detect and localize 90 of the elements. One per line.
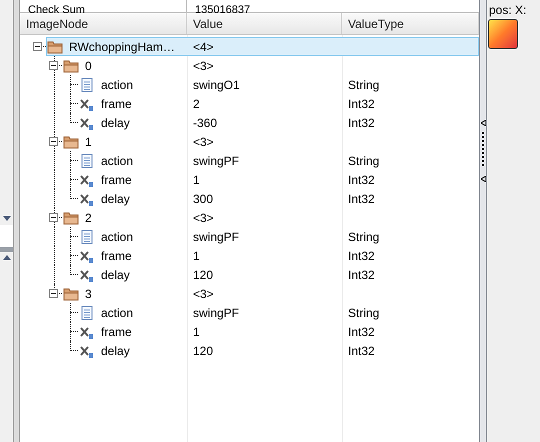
node-type: String [348, 306, 380, 320]
tree-row[interactable]: RWchoppingHam… <4> [46, 37, 479, 56]
sprite-thumbnail [488, 19, 518, 49]
folder-icon [47, 38, 63, 54]
node-value: 1 [193, 172, 200, 186]
node-type: String [348, 78, 380, 92]
tree-row[interactable]: action swingPF String [78, 151, 479, 170]
node-name: frame [101, 96, 132, 112]
node-value: swingPF [193, 154, 240, 168]
node-value: 120 [193, 268, 214, 282]
tree-row[interactable]: frame 1 Int32 [78, 170, 479, 189]
tree-row[interactable]: action swingO1 String [78, 75, 479, 94]
tree-row[interactable]: action swingPF String [78, 303, 479, 322]
tree-row[interactable]: delay 300 Int32 [78, 189, 479, 208]
node-value: 300 [193, 192, 214, 206]
node-name: delay [101, 190, 130, 208]
node-value: <4> [193, 40, 214, 54]
node-name: delay [101, 266, 130, 284]
column-header[interactable]: ImageNode [20, 13, 187, 34]
node-name: action [101, 76, 134, 94]
left-arrow-icon[interactable] [480, 120, 486, 126]
node-type: String [348, 230, 380, 244]
node-type: Int32 [348, 268, 375, 282]
node-value: 1 [193, 324, 200, 338]
notepad-icon [79, 152, 95, 168]
node-name: 0 [85, 58, 92, 74]
node-name: 3 [85, 286, 92, 302]
node-value: swingPF [193, 230, 240, 244]
tree-row[interactable]: frame 1 Int32 [78, 322, 479, 341]
left-arrow-icon[interactable] [480, 176, 486, 182]
folder-icon [63, 210, 79, 226]
node-type: Int32 [348, 116, 375, 130]
node-value: <3> [193, 286, 214, 300]
node-value: -360 [193, 116, 218, 130]
node-type: Int32 [348, 324, 375, 338]
notepad-icon [79, 304, 95, 320]
node-type: Int32 [348, 172, 375, 186]
tree-row[interactable]: 0 <3> [62, 56, 479, 75]
notepad-icon [79, 76, 95, 92]
tree-row[interactable]: delay 120 Int32 [78, 265, 479, 284]
tree-row[interactable]: 1 <3> [62, 132, 479, 151]
node-name: 2 [85, 210, 92, 226]
node-value: swingPF [193, 306, 240, 320]
node-value: 120 [193, 344, 214, 358]
column-header[interactable]: Value [187, 13, 342, 34]
tree-row[interactable]: delay -360 Int32 [78, 113, 479, 132]
position-label: pos: [489, 3, 512, 17]
tree-row[interactable]: 2 <3> [62, 208, 479, 227]
collapse-toggle[interactable] [49, 213, 58, 222]
node-name: 1 [85, 134, 92, 150]
folder-icon [63, 58, 79, 74]
node-name: action [101, 152, 134, 170]
node-type: Int32 [348, 344, 375, 358]
node-name: action [101, 304, 134, 322]
tree-row[interactable]: 3 <3> [62, 284, 479, 303]
down-arrow-icon[interactable] [2, 216, 10, 221]
node-name: frame [101, 172, 132, 188]
node-value: 1 [193, 248, 200, 262]
node-value: 2 [193, 96, 200, 110]
node-value: swingO1 [193, 78, 240, 92]
node-type: Int32 [348, 192, 375, 206]
collapse-toggle[interactable] [49, 289, 58, 298]
up-arrow-icon[interactable] [2, 255, 10, 260]
node-value: <3> [193, 210, 214, 224]
column-header[interactable]: ValueType [342, 13, 479, 34]
collapse-toggle[interactable] [33, 42, 42, 51]
panel-gap [0, 225, 13, 247]
field-value: 135016837 [195, 4, 250, 16]
node-name: delay [101, 114, 130, 132]
field-label: Check Sum [28, 4, 85, 16]
node-name: frame [101, 248, 132, 264]
tree-row[interactable]: delay 120 Int32 [78, 341, 479, 360]
tree-row[interactable]: frame 1 Int32 [78, 246, 479, 265]
node-name: action [101, 228, 134, 246]
node-name: delay [101, 342, 130, 360]
node-value: <3> [193, 134, 214, 148]
folder-icon [63, 134, 79, 150]
node-name: frame [101, 324, 132, 340]
collapse-toggle[interactable] [49, 137, 58, 146]
collapse-toggle[interactable] [49, 61, 58, 70]
node-name: RWchoppingHam… [69, 38, 175, 56]
position-coordinates: X: [515, 3, 526, 17]
node-type: Int32 [348, 96, 375, 110]
tree-row[interactable]: action swingPF String [78, 227, 479, 246]
notepad-icon [79, 228, 95, 244]
node-value: <3> [193, 58, 214, 72]
node-type: String [348, 154, 380, 168]
folder-icon [63, 286, 79, 302]
tree-row[interactable]: frame 2 Int32 [78, 94, 479, 113]
node-type: Int32 [348, 248, 375, 262]
